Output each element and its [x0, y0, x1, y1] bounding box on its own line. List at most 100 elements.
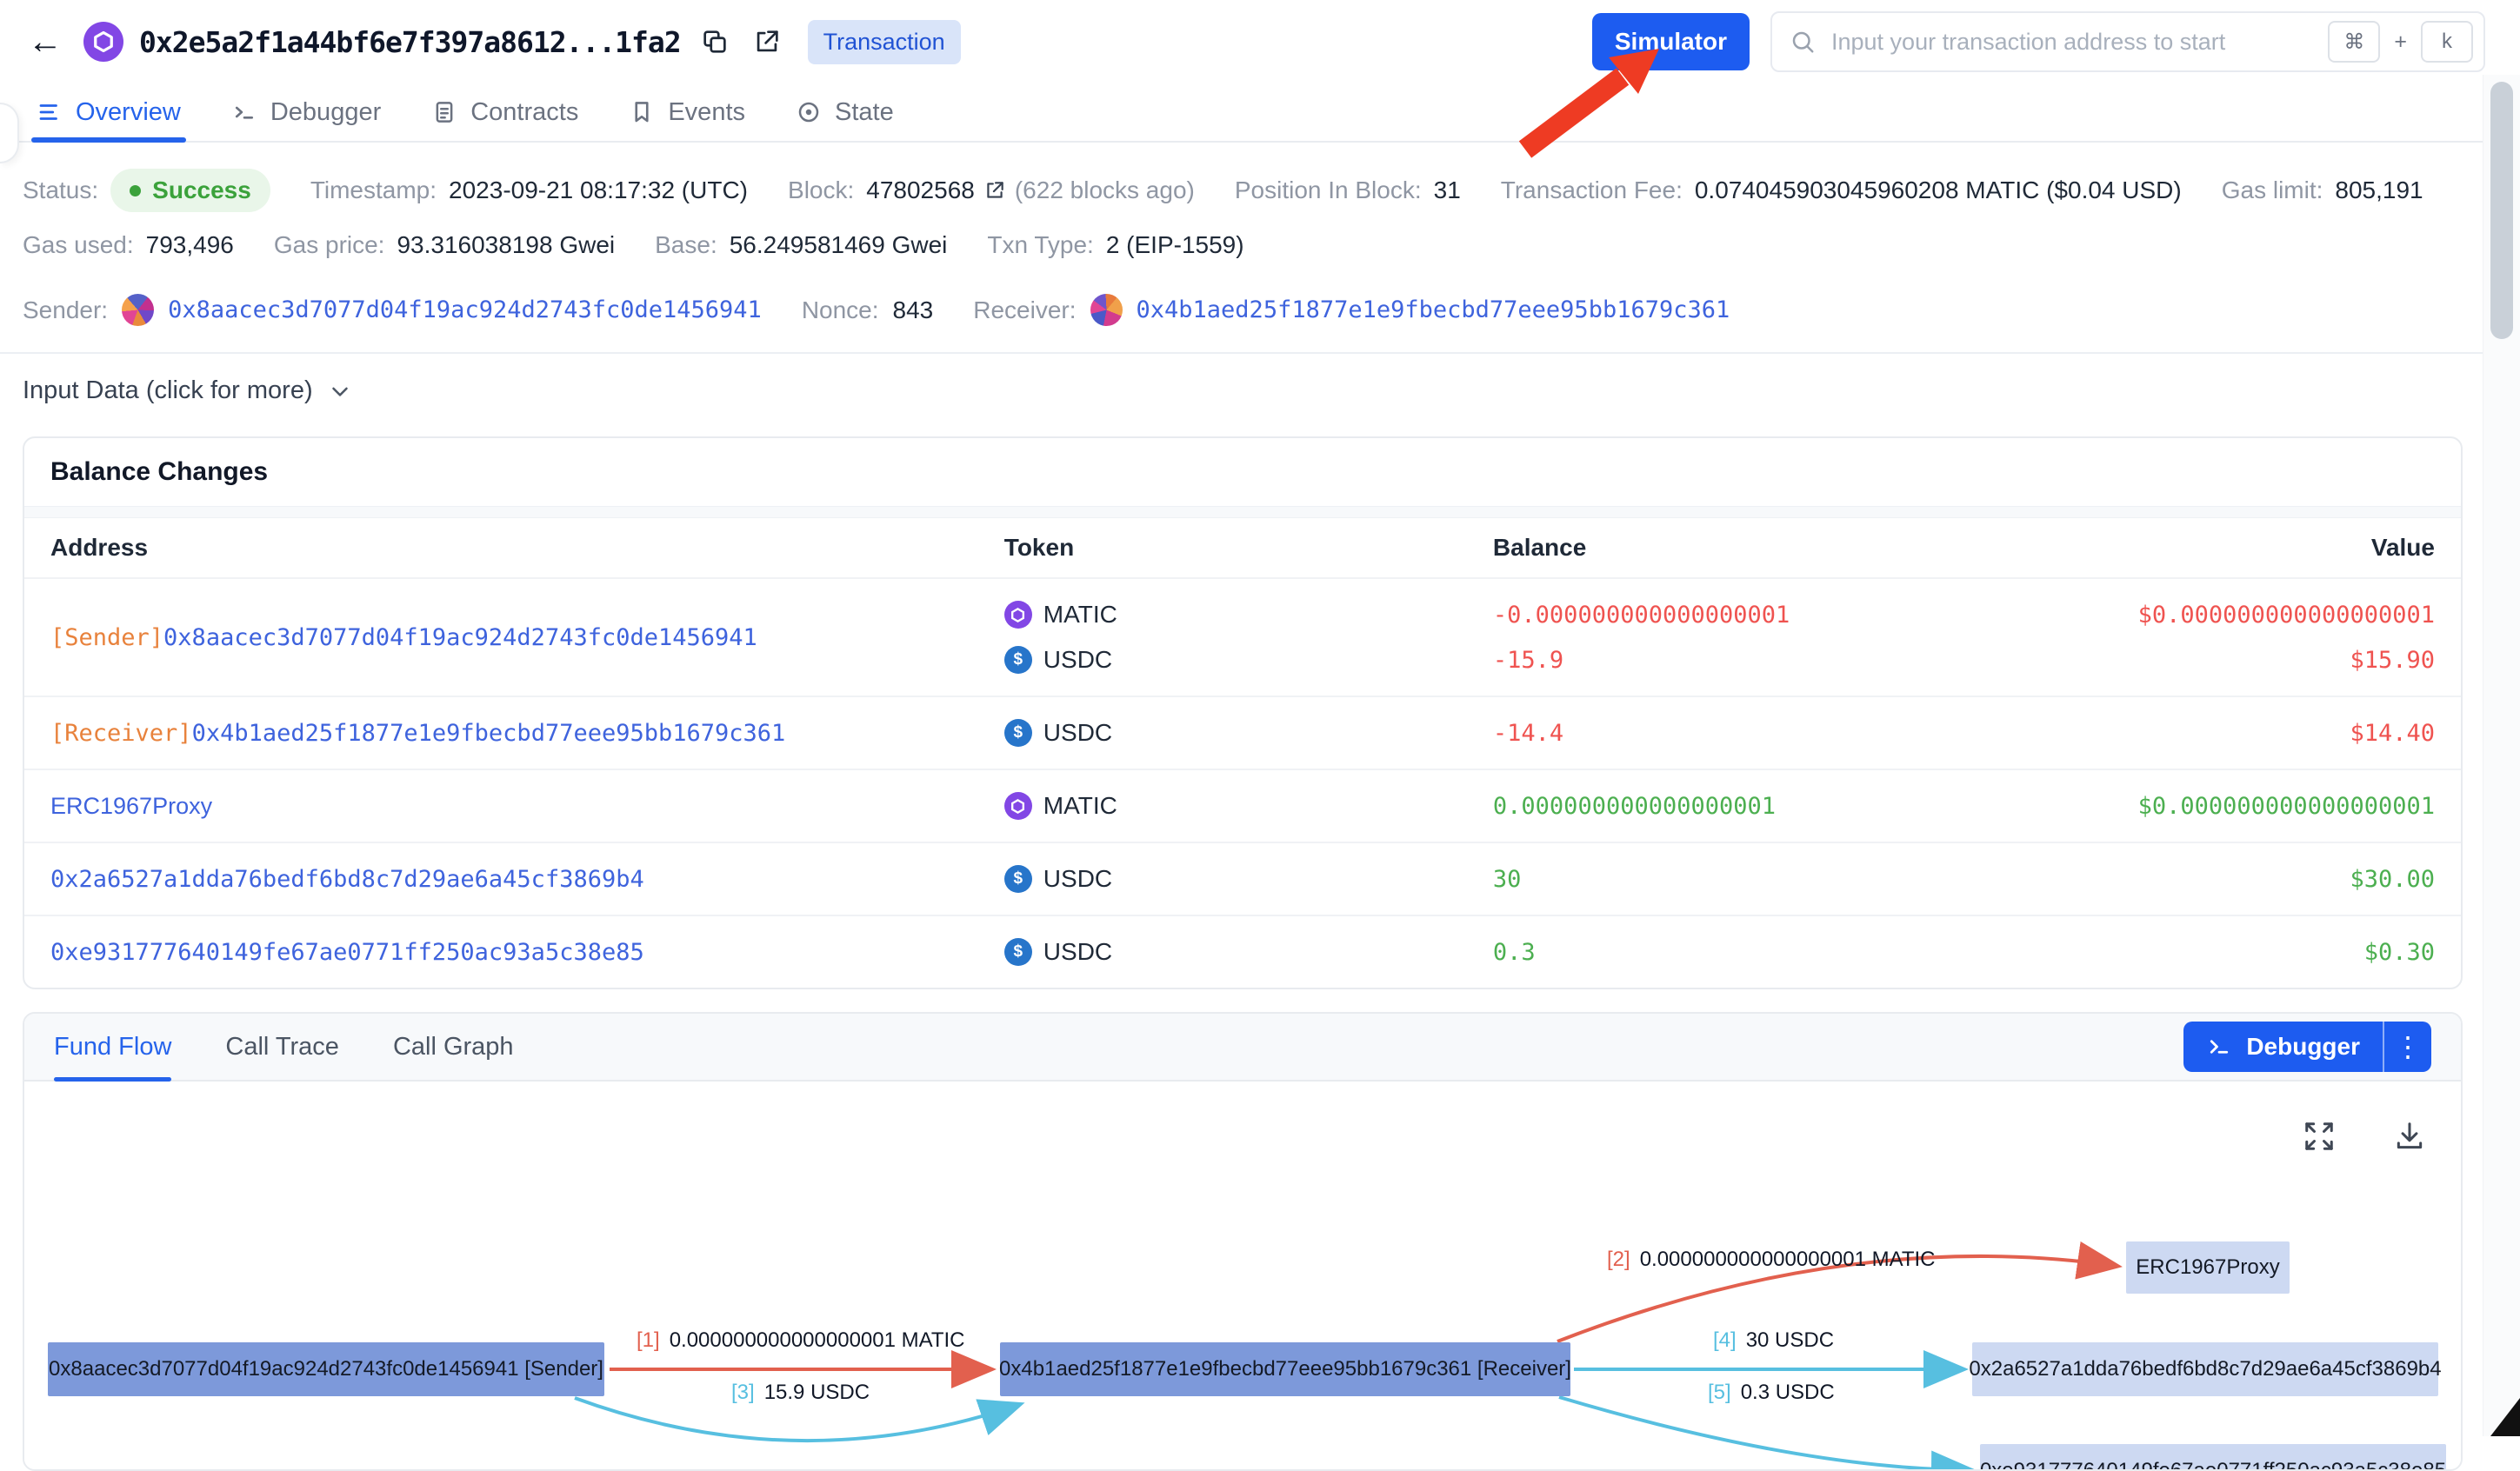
receiver-address-link[interactable]: 0x4b1aed25f1877e1e9fbecbd77eee95bb1679c3… — [1137, 296, 1730, 323]
simulator-button[interactable]: Simulator — [1592, 13, 1750, 70]
address-link[interactable]: 0x8aacec3d7077d04f19ac924d2743fc0de14569… — [163, 624, 757, 651]
balance-cell: 30 — [1493, 856, 2077, 902]
meta-row-1: Status: Success Timestamp: 2023-09-21 08:17… — [23, 169, 2497, 212]
matic-icon — [1004, 601, 1032, 629]
token-cell: MATIC$USDC — [1004, 592, 1493, 682]
meta-value: 2 (EIP-1559) — [1106, 231, 1244, 259]
meta-label: Status: — [23, 176, 98, 204]
meta-value: 2023-09-21 08:17:32 (UTC) — [449, 176, 748, 204]
meta-item: Gas limit:805,191 — [2222, 176, 2423, 204]
fund-flow-node-receiver[interactable]: 0x4b1aed25f1877e1e9fbecbd77eee95bb1679c3… — [1000, 1342, 1570, 1396]
table-row: [Sender]0x8aacec3d7077d04f19ac924d2743fc… — [24, 579, 2461, 697]
polygon-chain-icon — [83, 22, 123, 62]
column-header-address: Address — [50, 534, 1004, 562]
target-icon — [796, 99, 822, 125]
fullscreen-icon[interactable] — [2303, 1120, 2336, 1153]
fund-flow-node-proxy[interactable]: ERC1967Proxy — [2126, 1241, 2290, 1294]
kbd-k-key: k — [2421, 21, 2473, 63]
meta-item: Status: Success — [23, 169, 270, 212]
section-divider — [0, 352, 2520, 354]
tab-call-trace[interactable]: Call Trace — [225, 1014, 339, 1080]
search-box[interactable]: ⌘ + k — [1770, 11, 2485, 72]
edge-seq: [3] — [731, 1381, 755, 1405]
edge-text: 0.000000000000000001 MATIC — [1640, 1248, 1936, 1272]
edge-seq: [4] — [1713, 1328, 1737, 1353]
tab-overview[interactable]: Overview — [37, 83, 181, 141]
input-data-toggle[interactable]: Input Data (click for more) — [0, 376, 2520, 405]
download-icon[interactable] — [2393, 1120, 2426, 1153]
value-cell: $0.000000000000000001 — [2077, 783, 2435, 829]
tab-debugger[interactable]: Debugger — [231, 83, 381, 141]
address-link[interactable]: ERC1967Proxy — [50, 793, 212, 819]
meta-suffix: (622 blocks ago) — [1015, 176, 1195, 204]
sender-avatar — [122, 294, 154, 326]
fund-flow-node-counterparty2[interactable]: 0xe931777640149fe67ae0771ff250ac93a5c38e… — [1980, 1444, 2446, 1469]
token-entry: MATIC — [1004, 783, 1493, 829]
balance-cell: -14.4 — [1493, 710, 2077, 755]
external-link-icon[interactable] — [749, 23, 785, 60]
address-cell: 0xe931777640149fe67ae0771ff250ac93a5c38e… — [50, 939, 1004, 966]
table-row: 0x2a6527a1dda76bedf6bd8c7d29ae6a45cf3869… — [24, 843, 2461, 916]
balance-value: -0.000000000000000001 — [1493, 592, 2077, 637]
meta-value: 93.316038198 Gwei — [397, 231, 615, 259]
debugger-button[interactable]: Debugger — [2183, 1022, 2383, 1072]
address-link[interactable]: 0xe931777640149fe67ae0771ff250ac93a5c38e… — [50, 939, 644, 966]
scrollbar-thumb[interactable] — [2490, 82, 2513, 339]
meta-label: Transaction Fee: — [1501, 176, 1683, 204]
tab-fund-flow[interactable]: Fund Flow — [54, 1014, 171, 1080]
overview-icon — [37, 99, 63, 125]
value-cell: $14.40 — [2077, 710, 2435, 755]
header-right: Simulator ⌘ + k — [1592, 11, 2485, 72]
address-link[interactable]: 0x4b1aed25f1877e1e9fbecbd77eee95bb1679c3… — [192, 720, 786, 747]
balance-cell: 0.3 — [1493, 929, 2077, 975]
back-button[interactable]: ← — [23, 24, 68, 59]
tab-events[interactable]: Events — [629, 83, 745, 141]
sender-address-link[interactable]: 0x8aacec3d7077d04f19ac924d2743fc0de14569… — [168, 296, 762, 323]
usdc-icon: $ — [1004, 646, 1032, 674]
fund-flow-canvas: 0x8aacec3d7077d04f19ac924d2743fc0de14569… — [24, 1082, 2461, 1469]
fund-flow-node-counterparty1[interactable]: 0x2a6527a1dda76bedf6bd8c7d29ae6a45cf3869… — [1972, 1342, 2438, 1396]
edge-text: 0.000000000000000001 MATIC — [670, 1328, 965, 1353]
meta-row-2: Gas used:793,496Gas price:93.316038198 G… — [23, 231, 2497, 259]
edge-text: 0.3 USDC — [1741, 1381, 1835, 1405]
meta-item: Txn Type:2 (EIP-1559) — [987, 231, 1243, 259]
debugger-split-button[interactable]: Debugger ⋮ — [2183, 1022, 2431, 1072]
meta-item: Timestamp: 2023-09-21 08:17:32 (UTC) — [310, 176, 748, 204]
external-link-icon[interactable] — [983, 179, 1006, 202]
edge-label-3: [3]15.9 USDC — [731, 1381, 870, 1405]
table-row: ERC1967ProxyMATIC0.000000000000000001$0.… — [24, 770, 2461, 843]
sidebar-collapse-handle[interactable] — [0, 103, 19, 163]
table-row: [Receiver]0x4b1aed25f1877e1e9fbecbd77eee… — [24, 697, 2461, 770]
balance-value: -14.4 — [1493, 710, 2077, 755]
token-name: USDC — [1043, 646, 1112, 674]
column-header-balance: Balance — [1493, 534, 2077, 562]
address-link[interactable]: 0x2a6527a1dda76bedf6bd8c7d29ae6a45cf3869… — [50, 866, 644, 893]
fund-flow-node-sender[interactable]: 0x8aacec3d7077d04f19ac924d2743fc0de14569… — [48, 1342, 604, 1396]
search-input[interactable] — [1830, 28, 2314, 57]
tab-label: Overview — [76, 98, 181, 127]
tab-state[interactable]: State — [796, 83, 894, 141]
terminal-icon — [2206, 1034, 2232, 1060]
tab-contracts[interactable]: Contracts — [431, 83, 578, 141]
copy-icon[interactable] — [697, 23, 733, 60]
kebab-menu-icon[interactable]: ⋮ — [2383, 1022, 2431, 1072]
meta-label: Timestamp: — [310, 176, 437, 204]
status-badge: Success — [110, 169, 270, 212]
balance-changes-title: Balance Changes — [24, 438, 2461, 506]
usd-value: $0.000000000000000001 — [2077, 592, 2435, 637]
token-entry: $USDC — [1004, 929, 1493, 975]
receiver-avatar — [1090, 294, 1123, 326]
fund-flow-tabs: Fund Flow Call Trace Call Graph — [54, 1014, 514, 1080]
fund-flow-header: Fund Flow Call Trace Call Graph Debugger ⋮ — [24, 1014, 2461, 1082]
edge-label-1: [1]0.000000000000000001 MATIC — [637, 1328, 965, 1353]
transaction-meta: Status: Success Timestamp: 2023-09-21 08:17… — [0, 169, 2520, 259]
edge-seq: [2] — [1607, 1248, 1630, 1272]
meta-value: 47802568(622 blocks ago) — [866, 176, 1195, 204]
kbd-command-key: ⌘ — [2328, 21, 2380, 63]
meta-value: 793,496 — [146, 231, 234, 259]
debugger-button-label: Debugger — [2246, 1033, 2360, 1061]
app-header: ← 0x2e5a2f1a44bf6e7f397a8612...1fa2 Tran… — [0, 0, 2520, 83]
tab-label: Debugger — [270, 98, 381, 127]
tab-call-graph[interactable]: Call Graph — [393, 1014, 514, 1080]
column-header-token: Token — [1004, 534, 1493, 562]
